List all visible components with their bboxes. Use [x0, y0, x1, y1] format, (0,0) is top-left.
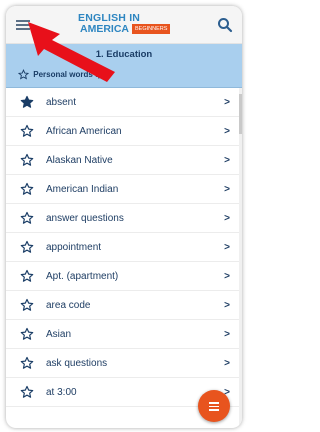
personal-words-quiz-link[interactable]: Personal words quiz: [17, 66, 112, 84]
chevron-right-icon: >: [224, 242, 230, 253]
scrollbar[interactable]: [239, 88, 242, 428]
word-label: ask questions: [46, 358, 108, 369]
app-logo: ENGLISH IN AMERICA BEGINNERS: [70, 12, 190, 38]
chevron-right-icon: >: [224, 213, 230, 224]
logo-line2: AMERICA: [80, 23, 129, 35]
star-outline-icon[interactable]: [20, 240, 34, 254]
star-filled-icon[interactable]: [20, 95, 34, 109]
chevron-right-icon: >: [224, 300, 230, 311]
word-row[interactable]: answer questions >: [6, 204, 242, 233]
chevron-right-icon: >: [224, 271, 230, 282]
word-label: answer questions: [46, 213, 124, 224]
hamburger-menu-button[interactable]: [14, 16, 36, 34]
chevron-right-icon: >: [224, 155, 230, 166]
star-outline-icon[interactable]: [20, 211, 34, 225]
chevron-right-icon: >: [224, 184, 230, 195]
star-outline-icon[interactable]: [20, 385, 34, 399]
fab-icon-line: [209, 409, 219, 411]
word-label: Asian: [46, 329, 72, 340]
logo-badge: BEGINNERS: [132, 24, 171, 34]
star-outline-icon[interactable]: [20, 153, 34, 167]
section-title: 1. Education: [95, 49, 153, 60]
word-row[interactable]: Asian >: [6, 320, 242, 349]
star-outline-icon[interactable]: [20, 327, 34, 341]
chevron-right-icon: >: [224, 358, 230, 369]
word-label: African American: [46, 126, 122, 137]
personal-quiz-label: Personal words quiz: [33, 70, 112, 79]
menu-fab-button[interactable]: [198, 390, 230, 422]
star-outline-icon[interactable]: [20, 269, 34, 283]
word-label: appointment: [46, 242, 102, 253]
fab-icon-line: [209, 402, 219, 404]
menu-icon-line: [16, 24, 30, 26]
section-header: 1. Education Personal words quiz: [6, 44, 242, 88]
app-screen: ENGLISH IN AMERICA BEGINNERS 1. Educatio…: [6, 6, 242, 428]
fab-icon-line: [209, 405, 219, 408]
menu-icon-line: [16, 28, 30, 30]
word-row[interactable]: ask questions >: [6, 349, 242, 378]
word-label: Apt. (apartment): [46, 271, 119, 282]
word-row[interactable]: Alaskan Native >: [6, 146, 242, 175]
top-bar: ENGLISH IN AMERICA BEGINNERS: [6, 6, 242, 44]
star-outline-icon[interactable]: [20, 124, 34, 138]
word-label: Alaskan Native: [46, 155, 113, 166]
word-row[interactable]: area code >: [6, 291, 242, 320]
chevron-right-icon: >: [224, 329, 230, 340]
star-outline-icon[interactable]: [20, 298, 34, 312]
search-icon[interactable]: [216, 16, 234, 34]
word-label: area code: [46, 300, 91, 311]
star-outline-icon: [17, 69, 30, 80]
word-label: absent: [46, 97, 77, 108]
chevron-right-icon: >: [224, 126, 230, 137]
word-row[interactable]: absent >: [6, 88, 242, 117]
menu-icon-line: [16, 20, 30, 22]
word-label: American Indian: [46, 184, 119, 195]
word-label: at 3:00: [46, 387, 77, 398]
chevron-right-icon: >: [224, 97, 230, 108]
star-outline-icon[interactable]: [20, 356, 34, 370]
word-row[interactable]: appointment >: [6, 233, 242, 262]
star-outline-icon[interactable]: [20, 182, 34, 196]
word-row[interactable]: African American >: [6, 117, 242, 146]
word-list: absent > African American > Alaskan Native > A…: [6, 88, 242, 407]
scrollbar-thumb[interactable]: [239, 94, 242, 134]
word-row[interactable]: American Indian >: [6, 175, 242, 204]
word-row[interactable]: Apt. (apartment) >: [6, 262, 242, 291]
